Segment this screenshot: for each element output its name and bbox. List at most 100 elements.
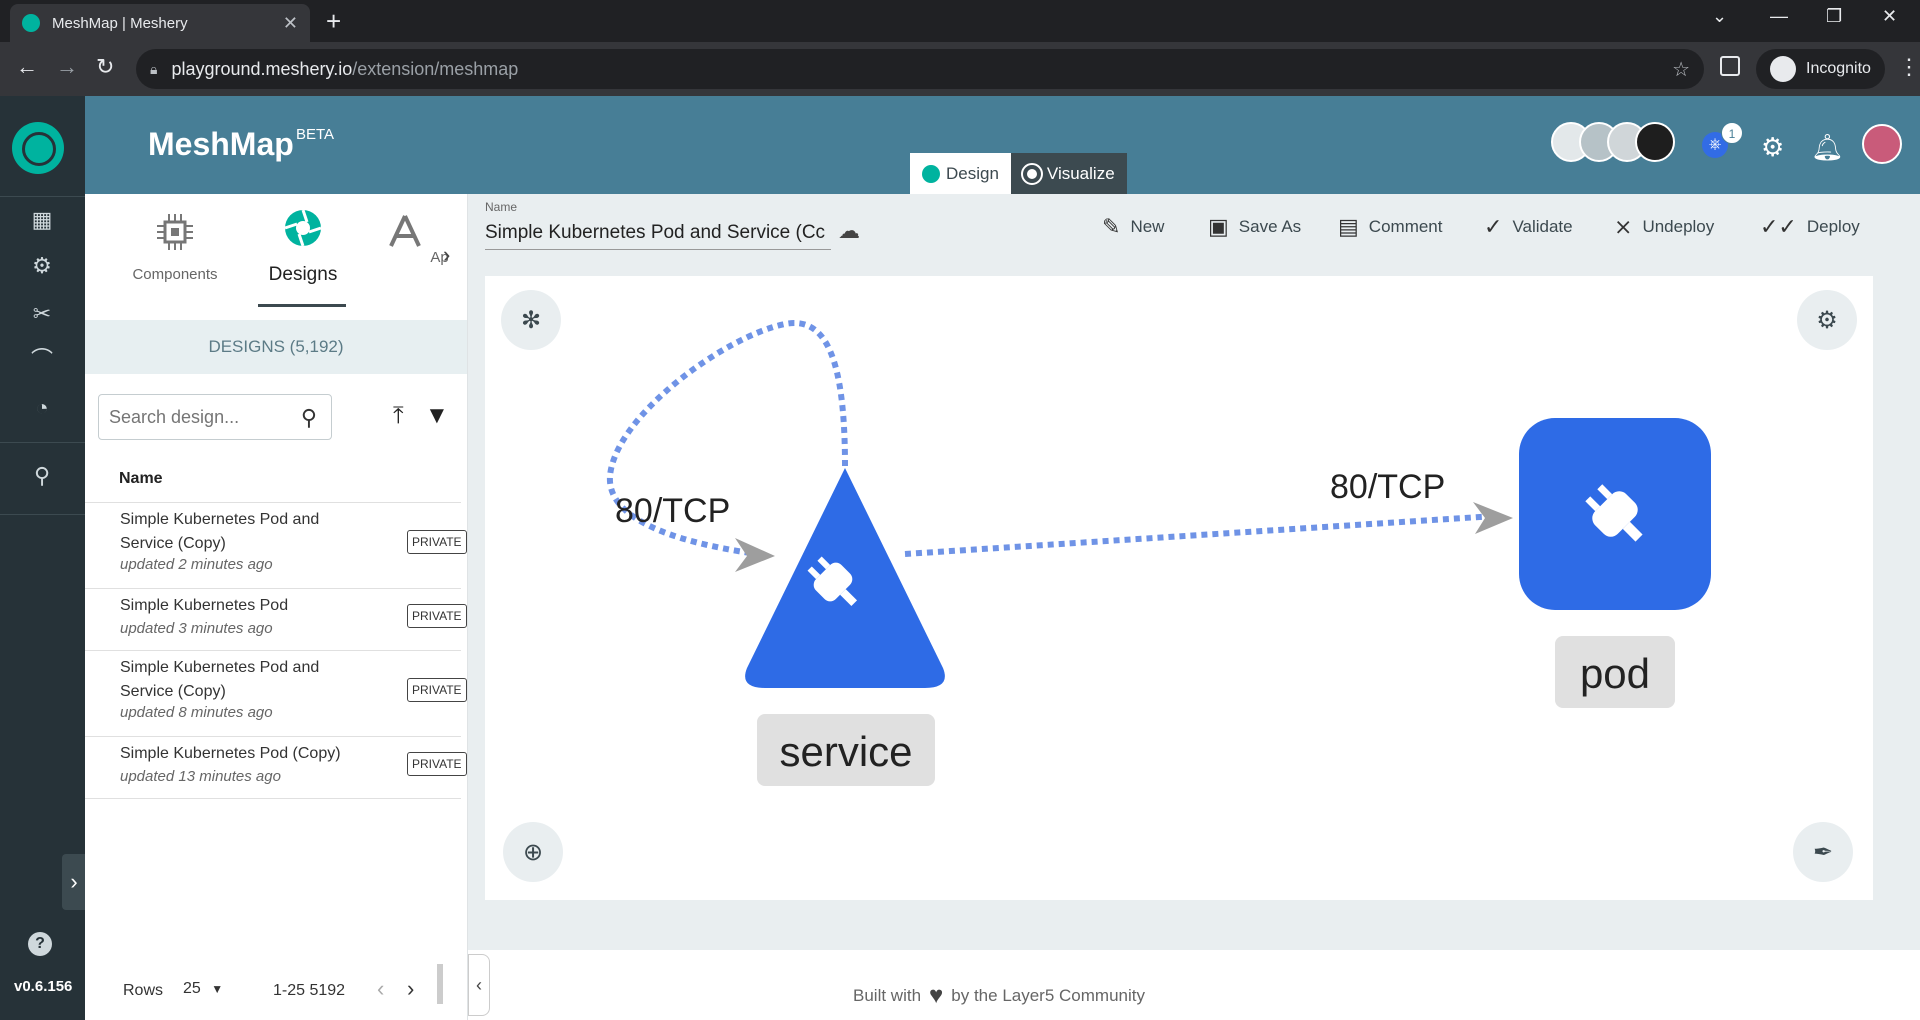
designs-icon [284, 209, 322, 247]
comment-icon: ▤ [1338, 214, 1359, 239]
design-updated: updated 13 minutes ago [120, 768, 281, 785]
design-updated: updated 3 minutes ago [120, 620, 273, 637]
rows-per-page-select[interactable]: 25 ▼ [183, 980, 223, 998]
column-header-name[interactable]: Name [119, 470, 163, 488]
design-name-label: Name [485, 200, 518, 214]
new-button[interactable]: ✎ New [1102, 214, 1164, 240]
node-label-service: service [779, 728, 912, 775]
close-tab-icon[interactable]: ✕ [283, 13, 298, 34]
active-tab-indicator [258, 304, 346, 307]
search-icon[interactable]: ⚲ [301, 405, 317, 431]
node-pod[interactable]: pod [1519, 418, 1711, 708]
url-path: /extension/meshmap [352, 58, 519, 79]
save-as-button[interactable]: ▣ Save As [1208, 214, 1301, 240]
cloud-sync-icon: ☁ [838, 218, 860, 243]
settings-icon[interactable]: ⚙ [1761, 132, 1784, 163]
bookmark-star-icon[interactable]: ☆ [1672, 57, 1690, 82]
tab-components[interactable]: Components [127, 210, 223, 283]
edge-service-to-pod[interactable] [904, 513, 1496, 557]
visibility-badge: PRIVATE [407, 604, 467, 628]
collapse-panel-button[interactable]: ‹ [468, 954, 490, 1016]
incognito-indicator[interactable]: Incognito [1756, 49, 1885, 89]
close-window-icon[interactable]: ✕ [1882, 6, 1897, 27]
kubernetes-count-badge: 1 [1721, 122, 1743, 144]
forward-icon[interactable]: → [56, 54, 78, 80]
scrollbar[interactable] [437, 964, 443, 1004]
collaborator-avatars[interactable] [1551, 122, 1677, 162]
save-icon: ▣ [1208, 214, 1229, 239]
design-name: Simple Kubernetes Pod (Copy) [120, 745, 341, 762]
app-title: MeshMap [148, 126, 294, 162]
next-page-icon[interactable]: › [407, 976, 414, 1002]
expand-nav-button[interactable]: › [62, 854, 86, 910]
location-icon[interactable]: ⚲ [28, 462, 56, 490]
help-icon[interactable]: ? [28, 932, 52, 956]
avatar[interactable] [1635, 122, 1675, 162]
search-design-field[interactable]: ⚲ [98, 394, 332, 440]
incognito-label: Incognito [1806, 60, 1871, 77]
table-row[interactable]: Simple Kubernetes Pod and Service (Copy)… [85, 502, 467, 588]
upload-icon[interactable]: ⤒ [393, 402, 404, 430]
app-header: MeshMap BETA Design Visualize ⎈ 1 ⚙ 🔔︎ [85, 96, 1920, 194]
browser-tab-bar: MeshMap | Meshery ✕ + ⌄ — ❐ ✕ [0, 0, 1920, 42]
edge-label-service-pod: 80/TCP [1330, 468, 1445, 506]
side-panel-icon[interactable] [1720, 56, 1740, 76]
design-name: Simple Kubernetes Pod and Service (Copy) [120, 659, 320, 700]
user-avatar[interactable] [1862, 124, 1902, 164]
footer: Built with ♥ by the Layer5 Community [468, 950, 1920, 1020]
table-row[interactable]: Simple Kubernetes Pod (Copy) updated 13 … [85, 736, 467, 798]
undeploy-button[interactable]: ⨯ Undeploy [1614, 214, 1714, 240]
restore-icon[interactable]: ❐ [1826, 6, 1842, 27]
performance-icon[interactable]: ⌒ [28, 346, 56, 374]
comment-button[interactable]: ▤ Comment [1338, 214, 1442, 240]
tab-applications[interactable]: Applicatio [363, 210, 449, 266]
table-row[interactable]: Simple Kubernetes Pod and Service (Copy)… [85, 650, 467, 736]
browser-menu-icon[interactable]: ⋮ [1898, 54, 1920, 80]
left-navigation: ▦ ⚙ ✂ ⌒ ◔ ⚲ › ? v0.6.156 [0, 96, 86, 1020]
edge-label-self: 80/TCP [615, 492, 730, 530]
tab-design[interactable]: Design [910, 153, 1011, 194]
design-name: Simple Kubernetes Pod [120, 597, 289, 614]
browser-tab[interactable]: MeshMap | Meshery ✕ [10, 4, 310, 42]
meshery-logo-icon[interactable] [12, 122, 64, 174]
extensions-icon[interactable]: ◔ [28, 394, 56, 422]
filter-icon[interactable]: ▼ [425, 402, 449, 430]
deploy-button[interactable]: ✓✓ Deploy [1760, 214, 1860, 240]
nav-divider [0, 442, 85, 443]
pencil-icon: ✎ [1102, 214, 1121, 239]
dashboard-icon[interactable]: ▦ [28, 206, 56, 234]
design-name: Simple Kubernetes Pod and Service (Copy) [120, 511, 320, 552]
browser-tab-title: MeshMap | Meshery [52, 14, 188, 32]
reload-icon[interactable]: ↻ [96, 54, 114, 80]
design-canvas[interactable]: ✻ ⚙ ⊕ ✒ 80/TCP 80/TCP service pod [485, 276, 1873, 900]
url-host: playground.meshery.io [171, 58, 353, 79]
notification-bell-icon[interactable]: 🔔︎ [1811, 132, 1844, 163]
check-icon: ✓ [1484, 214, 1503, 239]
table-row[interactable]: Simple Kubernetes Pod updated 3 minutes … [85, 588, 467, 650]
lock-icon: 🔒︎ [150, 60, 158, 77]
back-icon[interactable]: ← [16, 54, 38, 80]
new-tab-icon[interactable]: + [326, 6, 341, 37]
tab-designs-label: Designs [268, 264, 338, 285]
validate-button[interactable]: ✓ Validate [1484, 214, 1573, 240]
tab-visualize[interactable]: Visualize [1010, 153, 1127, 194]
deploy-icon: ✓✓ [1760, 214, 1797, 239]
tab-search-icon[interactable]: ⌄ [1712, 6, 1727, 27]
designs-panel: Components Designs Applicatio › DESIGNS … [85, 194, 468, 1020]
visibility-badge: PRIVATE [407, 752, 467, 776]
tab-designs[interactable]: Designs [251, 206, 355, 286]
tab-design-label: Design [946, 163, 999, 183]
lifecycle-icon[interactable]: ⚙ [28, 252, 56, 280]
node-service[interactable]: service [745, 468, 945, 786]
address-bar[interactable]: 🔒︎ playground.meshery.io/extension/meshm… [136, 49, 1704, 89]
minimize-icon[interactable]: — [1770, 6, 1788, 27]
rows-label: Rows [123, 982, 164, 999]
prev-page-icon[interactable]: ‹ [377, 976, 384, 1002]
chevron-right-icon[interactable]: › [443, 242, 450, 268]
design-name-field[interactable]: Simple Kubernetes Pod and Service (Cc [485, 222, 831, 250]
configuration-icon[interactable]: ✂ [28, 300, 56, 328]
search-design-input[interactable] [109, 406, 289, 428]
version-label: v0.6.156 [14, 978, 73, 995]
visibility-badge: PRIVATE [407, 678, 467, 702]
pagination: Rows 25 ▼ 1-25 5192 ‹ › [85, 964, 467, 1008]
